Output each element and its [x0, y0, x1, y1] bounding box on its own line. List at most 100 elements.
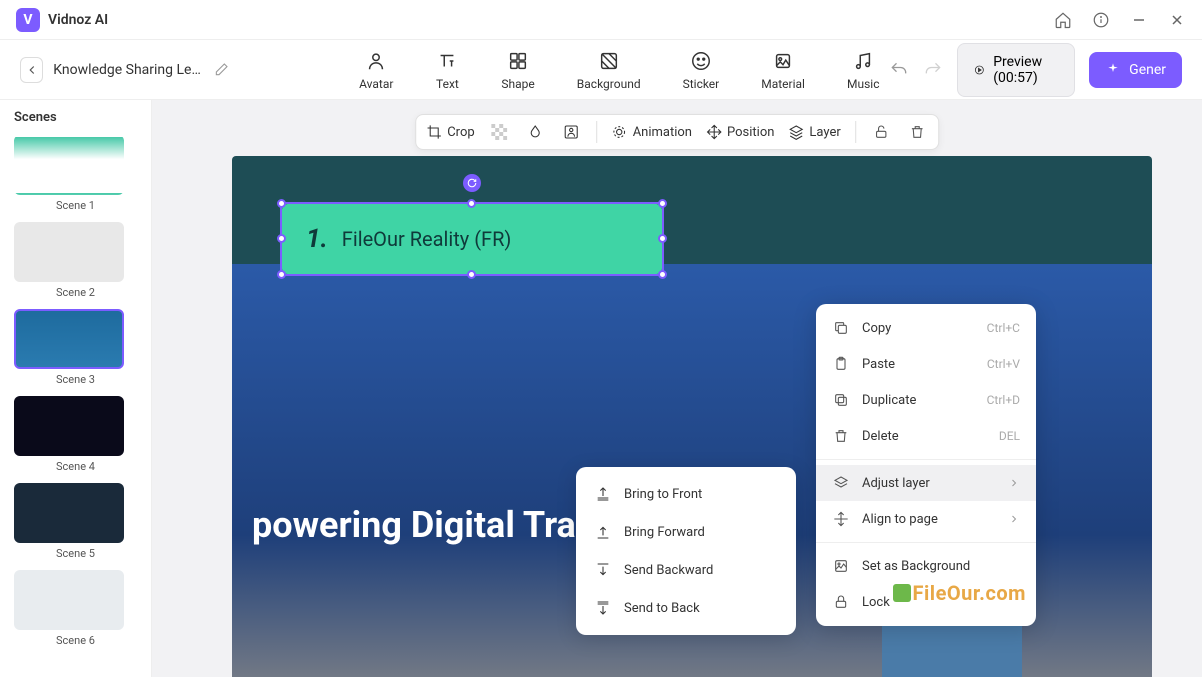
generate-button[interactable]: Gener: [1089, 52, 1182, 88]
separator: [597, 121, 598, 143]
back-button[interactable]: [20, 57, 43, 83]
redo-icon[interactable]: [923, 60, 943, 80]
chevron-right-icon: [1008, 513, 1020, 525]
scene-label: Scene 4: [14, 460, 137, 473]
titlebar: V Vidnoz AI: [0, 0, 1202, 40]
delete-item[interactable]: Delete DEL: [816, 418, 1036, 454]
submenu-label: Send to Back: [624, 601, 700, 616]
preview-label: Preview (00:57): [993, 54, 1058, 86]
layer-icon: [788, 124, 804, 140]
close-icon[interactable]: [1168, 11, 1186, 29]
tool-material[interactable]: Material: [761, 49, 805, 91]
rotate-handle[interactable]: [463, 174, 481, 192]
scene-thumb: [14, 222, 124, 282]
scene-label: Scene 3: [14, 373, 137, 386]
align-icon: [832, 510, 850, 528]
layer-submenu: Bring to Front Bring Forward Send Backwa…: [576, 467, 796, 635]
transparency-icon[interactable]: [489, 121, 511, 143]
tool-avatar[interactable]: Avatar: [359, 49, 393, 91]
send-to-back-item[interactable]: Send to Back: [576, 589, 796, 627]
toolbar: Knowledge Sharing Lectu... Avatar Text S…: [0, 40, 1202, 100]
animation-icon: [612, 124, 628, 140]
scene-item-6[interactable]: Scene 6: [14, 570, 137, 647]
cm-label: Copy: [862, 321, 891, 336]
scene-item-5[interactable]: Scene 5: [14, 483, 137, 560]
submenu-label: Bring Forward: [624, 525, 705, 540]
app-name: Vidnoz AI: [48, 12, 108, 28]
position-label: Position: [727, 125, 774, 140]
selected-text-element[interactable]: 1. FileOur Reality (FR): [282, 204, 662, 274]
bring-to-front-item[interactable]: Bring to Front: [576, 475, 796, 513]
bring-forward-icon: [594, 523, 612, 541]
tool-background[interactable]: Background: [577, 49, 641, 91]
tool-label: Avatar: [359, 77, 393, 91]
paste-icon: [832, 355, 850, 373]
copy-item[interactable]: CopyCtrl+C: [816, 310, 1036, 346]
scene-thumb: [14, 135, 124, 195]
tool-music[interactable]: Music: [847, 49, 879, 91]
image-icon: [832, 557, 850, 575]
align-page-item[interactable]: Align to page: [816, 501, 1036, 537]
shape-icon: [506, 49, 530, 73]
undo-redo-group: [889, 60, 943, 80]
cutout-icon[interactable]: [561, 121, 583, 143]
adjust-layer-item[interactable]: Adjust layer: [816, 465, 1036, 501]
scene-item-1[interactable]: Scene 1: [14, 135, 137, 212]
cm-shortcut: DEL: [999, 429, 1020, 443]
chevron-right-icon: [1008, 477, 1020, 489]
tool-sticker[interactable]: Sticker: [683, 49, 720, 91]
titlebar-right: [1054, 11, 1186, 29]
scene-thumb: [14, 570, 124, 630]
info-icon[interactable]: [1092, 11, 1110, 29]
cm-label: Duplicate: [862, 393, 916, 408]
play-icon: [974, 62, 985, 78]
bring-forward-item[interactable]: Bring Forward: [576, 513, 796, 551]
main: Scenes Scene 1 Scene 2 Scene 3 Scene 4 S…: [0, 100, 1202, 677]
scene-item-4[interactable]: Scene 4: [14, 396, 137, 473]
tool-text[interactable]: Text: [435, 49, 459, 91]
cm-label: Lock: [862, 595, 890, 610]
separator: [855, 121, 856, 143]
app-logo: V: [16, 8, 40, 32]
cm-shortcut: Ctrl+D: [987, 393, 1020, 407]
undo-icon[interactable]: [889, 60, 909, 80]
element-toolbar: Crop Animation Position Layer: [415, 114, 939, 150]
scenes-sidebar: Scenes Scene 1 Scene 2 Scene 3 Scene 4 S…: [0, 100, 152, 677]
delete-icon[interactable]: [906, 121, 928, 143]
cm-label: Delete: [862, 429, 899, 444]
text-icon: [435, 49, 459, 73]
tool-shape[interactable]: Shape: [501, 49, 534, 91]
droplet-icon[interactable]: [525, 121, 547, 143]
material-icon: [771, 49, 795, 73]
duplicate-item[interactable]: Duplicate Ctrl+D: [816, 382, 1036, 418]
paste-item[interactable]: PasteCtrl+V: [816, 346, 1036, 382]
scene-item-3[interactable]: Scene 3: [14, 309, 137, 386]
preview-button[interactable]: Preview (00:57): [957, 43, 1075, 97]
tool-label: Material: [761, 77, 805, 91]
send-back-icon: [594, 599, 612, 617]
edit-title-icon[interactable]: [213, 62, 229, 78]
send-backward-item[interactable]: Send Backward: [576, 551, 796, 589]
animation-button[interactable]: Animation: [612, 124, 692, 140]
send-backward-icon: [594, 561, 612, 579]
crop-button[interactable]: Crop: [426, 124, 474, 140]
scene-label: Scene 2: [14, 286, 137, 299]
background-icon: [597, 49, 621, 73]
scenes-title: Scenes: [14, 110, 137, 125]
cm-label: Adjust layer: [862, 476, 930, 491]
unlock-icon[interactable]: [870, 121, 892, 143]
set-background-item[interactable]: Set as Background: [816, 548, 1036, 584]
layer-button[interactable]: Layer: [788, 124, 840, 140]
selected-element-text: FileOur Reality (FR): [342, 227, 512, 251]
submenu-label: Bring to Front: [624, 487, 702, 502]
position-icon: [706, 124, 722, 140]
position-button[interactable]: Position: [706, 124, 774, 140]
tool-label: Shape: [501, 77, 534, 91]
canvas-area: Crop Animation Position Layer powering D…: [152, 100, 1202, 677]
scene-thumb: [14, 483, 124, 543]
tool-label: Music: [847, 77, 879, 91]
scene-item-2[interactable]: Scene 2: [14, 222, 137, 299]
tool-label: Text: [436, 77, 459, 91]
minimize-icon[interactable]: [1130, 11, 1148, 29]
home-icon[interactable]: [1054, 11, 1072, 29]
